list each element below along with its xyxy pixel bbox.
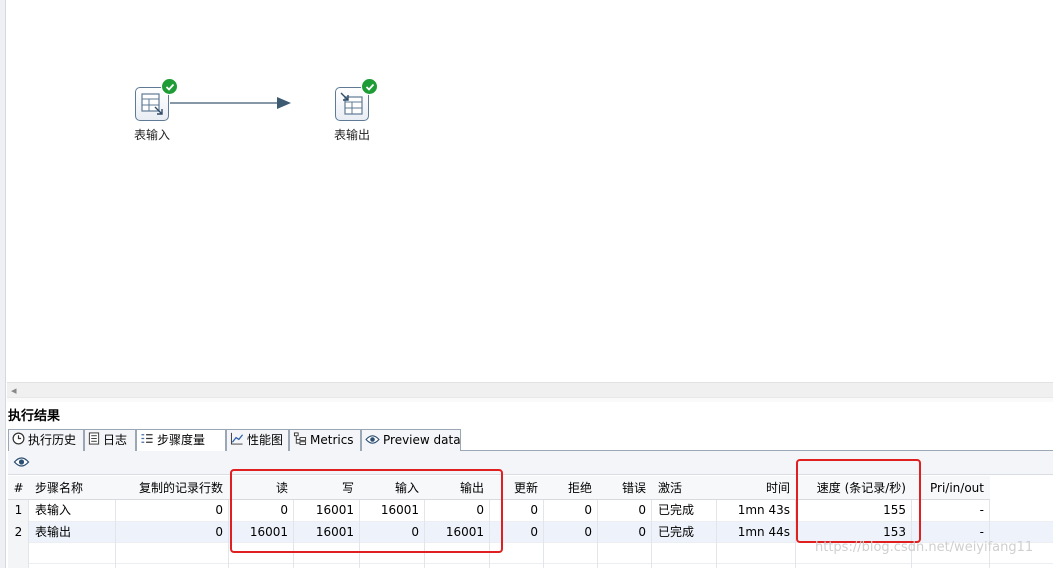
tab-label: 性能图 (247, 433, 284, 447)
tab-label: 步骤度量 (157, 433, 206, 447)
tab-label: 执行历史 (28, 433, 77, 447)
success-check-icon (161, 78, 178, 95)
cell-active[interactable]: 已完成 (652, 522, 717, 543)
tab-label: Preview data (383, 433, 461, 447)
tree-icon (293, 431, 307, 451)
cell-copy[interactable]: 0 (116, 522, 229, 543)
table-input-step-icon[interactable] (135, 78, 178, 121)
log-icon (88, 431, 100, 451)
cell-rejected[interactable]: 0 (544, 522, 598, 543)
horizontal-scrollbar[interactable]: ◂ (7, 382, 1053, 397)
eye-icon (365, 431, 380, 451)
tab-preview-data[interactable]: Preview data (361, 429, 461, 451)
left-sash (0, 0, 6, 568)
column-header-step-name[interactable]: 步骤名称 (29, 476, 116, 500)
step-label: 表输入 (133, 128, 170, 142)
tab-metrics[interactable]: Metrics (289, 429, 361, 451)
cell-time[interactable]: 1mn 44s (717, 522, 796, 543)
cell-time[interactable]: 1mn 43s (717, 500, 796, 521)
column-header-errors[interactable]: 错误 (598, 476, 652, 500)
transformation-canvas[interactable]: 表输入 表输出 (7, 0, 1053, 382)
hop-arrow-icon (277, 97, 291, 109)
chart-icon (230, 431, 244, 451)
column-header-rejected[interactable]: 拒绝 (544, 476, 598, 500)
watermark: https://blog.csdn.net/weiyifang11 (815, 540, 1034, 555)
row-index: 1 (14, 503, 23, 517)
tab-execution-history[interactable]: 执行历史 (8, 429, 84, 451)
panel-sash[interactable] (7, 397, 1053, 402)
highlight-box-speed (796, 459, 921, 543)
cell-copy[interactable]: 0 (116, 500, 229, 521)
column-header-priority[interactable]: Pri/in/out (912, 476, 990, 500)
tab-label: 日志 (103, 433, 128, 447)
cell-rejected[interactable]: 0 (544, 500, 598, 521)
cell-errors[interactable]: 0 (598, 522, 652, 543)
tab-log[interactable]: 日志 (84, 429, 136, 451)
success-check-icon (361, 78, 378, 95)
tab-label: Metrics (310, 433, 354, 447)
tab-performance-chart[interactable]: 性能图 (226, 429, 289, 451)
results-tabbar: 执行历史 日志 步骤度量 性能图 Metrics Preview data (8, 429, 1053, 452)
step-table-output[interactable]: 表输出 (317, 78, 387, 143)
cell-step-name[interactable]: 表输出 (29, 522, 116, 543)
step-table-input[interactable]: 表输入 (117, 78, 187, 143)
metrics-list-icon (140, 431, 154, 451)
scroll-left-icon[interactable]: ◂ (11, 383, 17, 398)
table-output-step-icon[interactable] (335, 78, 378, 121)
tab-step-metrics[interactable]: 步骤度量 (136, 429, 226, 452)
column-header-copy[interactable]: 复制的记录行数 (116, 476, 229, 500)
column-header-time[interactable]: 时间 (717, 476, 796, 500)
step-label: 表输出 (333, 128, 370, 142)
cell-active[interactable]: 已完成 (652, 500, 717, 521)
show-eye-icon[interactable] (13, 456, 30, 471)
column-header-index[interactable]: # (8, 476, 29, 500)
highlight-box-read-write (230, 469, 503, 553)
clock-icon (12, 431, 25, 451)
hop-layer (170, 97, 291, 109)
results-panel-title: 执行结果 (8, 409, 61, 424)
cell-errors[interactable]: 0 (598, 500, 652, 521)
cell-priority[interactable]: - (912, 500, 990, 521)
row-index: 2 (14, 525, 23, 539)
column-header-active[interactable]: 激活 (652, 476, 717, 500)
cell-step-name[interactable]: 表输入 (29, 500, 116, 521)
